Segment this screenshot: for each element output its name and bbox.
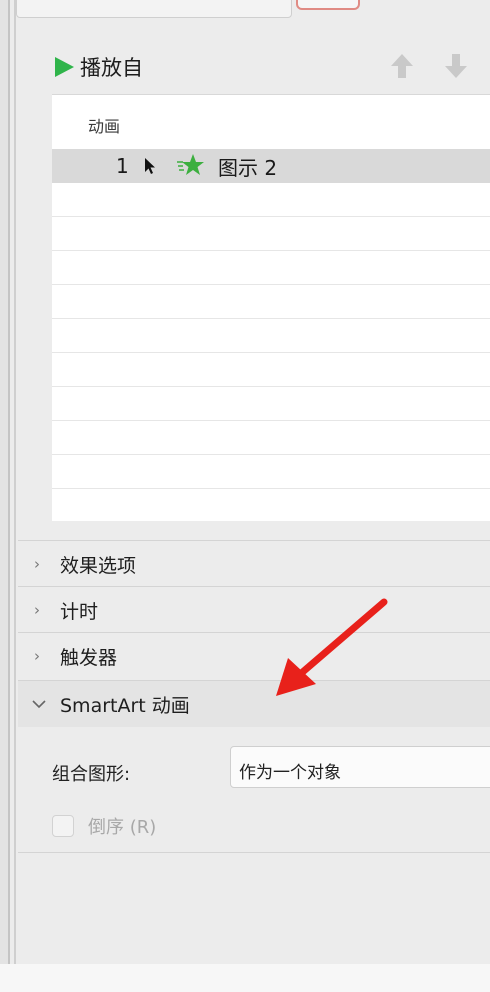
top-tab-highlighted[interactable] [296, 0, 360, 10]
animation-list[interactable]: 动画 1 图示 2 [52, 94, 490, 521]
group-graphic-value: 作为一个对象 [239, 763, 341, 783]
section-label: 触发器 [60, 646, 118, 669]
top-tab[interactable] [16, 0, 292, 18]
section-smartart-animation[interactable]: SmartArt 动画 [18, 680, 490, 727]
section-timing[interactable]: › 计时 [18, 586, 490, 633]
item-number: 1 [116, 154, 129, 178]
chevron-right-icon: › [34, 555, 40, 573]
group-graphic-label: 组合图形: [52, 764, 131, 785]
list-row-divider [52, 386, 490, 387]
list-row-divider [52, 318, 490, 319]
section-triggers[interactable]: › 触发器 [18, 632, 490, 679]
list-row-divider [52, 284, 490, 285]
list-row-divider [52, 352, 490, 353]
list-row-divider [52, 488, 490, 489]
reverse-order-label: 倒序 (R) [88, 817, 157, 838]
section-label: 计时 [60, 600, 99, 623]
list-item[interactable]: 1 图示 2 [52, 149, 490, 183]
section-label: SmartArt 动画 [60, 694, 190, 717]
section-label: 效果选项 [60, 554, 137, 577]
chevron-right-icon: › [34, 601, 40, 619]
chevron-down-icon [32, 700, 46, 709]
move-down-icon[interactable] [444, 52, 468, 80]
chevron-right-icon: › [34, 647, 40, 665]
item-label: 图示 2 [218, 155, 278, 180]
list-row-divider [52, 250, 490, 251]
group-graphic-dropdown[interactable]: 作为一个对象 [230, 746, 490, 788]
section-effect-options[interactable]: › 效果选项 [18, 540, 490, 587]
play-from-label: 播放自 [80, 56, 143, 80]
move-up-icon[interactable] [390, 52, 414, 80]
mouse-click-icon [145, 158, 155, 174]
list-row-divider [52, 216, 490, 217]
bottom-strip [0, 964, 490, 992]
annotation-arrow-icon [276, 598, 388, 696]
divider [18, 852, 490, 853]
play-from-button[interactable]: 播放自 [52, 50, 143, 84]
list-row-divider [52, 454, 490, 455]
list-row-divider [52, 420, 490, 421]
list-header: 动画 [88, 117, 121, 136]
panel-edge [14, 0, 16, 964]
reverse-order-checkbox[interactable] [52, 815, 74, 837]
play-icon [55, 57, 74, 77]
window-edge [0, 0, 10, 964]
reverse-order-row: 倒序 (R) [52, 812, 156, 840]
star-effect-icon [177, 154, 204, 175]
